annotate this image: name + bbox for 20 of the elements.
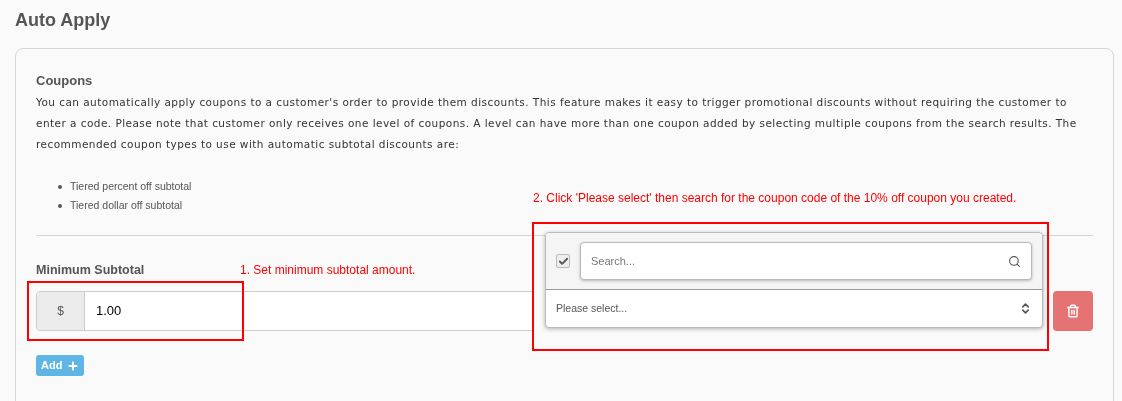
select-all-checkbox[interactable]: [556, 254, 570, 268]
coupon-select[interactable]: Please select...: [546, 290, 1042, 327]
list-item: Tiered dollar off subtotal: [70, 197, 183, 213]
section-heading: Coupons: [36, 72, 94, 90]
sort-icon: [1019, 302, 1032, 315]
annotation-text: 1. Set minimum subtotal amount.: [240, 262, 416, 279]
plus-icon: [67, 359, 80, 372]
search-icon: [1008, 254, 1021, 268]
amount-field[interactable]: $ 1.00: [36, 291, 533, 331]
search-field[interactable]: Search...: [580, 242, 1032, 280]
bullet-icon: [58, 203, 62, 208]
currency-addon: $: [37, 292, 85, 330]
list-item: Tiered percent off subtotal: [70, 178, 192, 194]
field-label: Minimum Subtotal: [36, 262, 145, 278]
bullet-icon: [58, 184, 62, 189]
annotation-text: 2. Click 'Please select' then search for the coupon code of the 10% off coupon you created.: [533, 190, 1017, 207]
delete-button[interactable]: [1053, 291, 1093, 331]
trash-icon: [1066, 304, 1080, 318]
page-title: Auto Apply: [15, 9, 111, 32]
description-paragraph: You can automatically apply coupons to a customer's order to provide them discounts. This feature makes it easy to trigger promotional discounts without requiring the customer to enter a code. Please note that customer only receives one level of coupons. A level can have more than one coupon added by selecting multiple coupons from the search results. The recommended coupon types to use with automatic subtotal discounts are:: [36, 95, 1078, 152]
